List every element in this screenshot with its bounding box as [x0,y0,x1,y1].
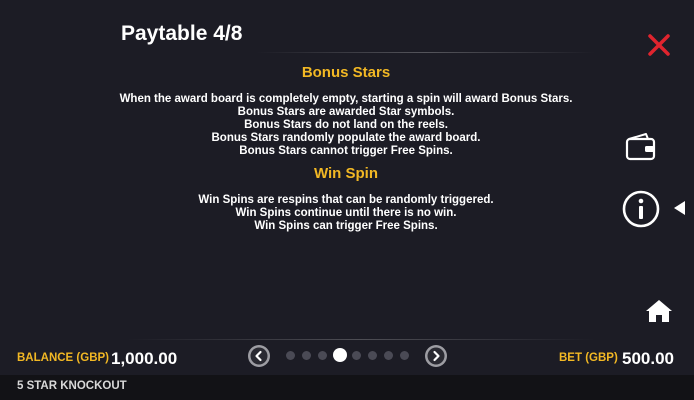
rule-line: When the award board is completely empty… [119,93,573,105]
page-dot-6[interactable] [368,351,377,360]
rule-line: Bonus Stars randomly populate the award … [211,132,481,144]
paytable-content: Bonus Stars When the award board is comp… [110,62,582,233]
wallet-icon [625,133,656,161]
balance-value: 1,000.00 [111,349,178,368]
chevron-right-icon [427,347,445,365]
section-text: When the award board is completely empty… [110,93,582,158]
section-heading: Bonus Stars [301,64,391,81]
page-dot-1[interactable] [286,351,295,360]
rule-line: Bonus Stars do not land on the reels. [244,119,448,131]
balance-label: BALANCE (GBP) [17,352,109,364]
bet-label: BET (GBP) [559,352,618,364]
close-button[interactable] [644,30,674,60]
section-heading: Win Spin [313,165,379,182]
rule-line: Win Spins can trigger Free Spins. [254,220,438,232]
page-title: Paytable 4/8 [121,22,243,45]
paytable-panel: Paytable 4/8 Bonus Stars When the award … [0,0,694,375]
info-icon [622,190,660,228]
rule-line: Win Spins continue until there is no win… [235,207,457,219]
home-button[interactable] [645,298,673,324]
rule-line: Bonus Stars cannot trigger Free Spins. [239,145,453,157]
rule-line: Win Spins are respins that can be random… [198,194,494,206]
triangle-left-icon [674,201,685,215]
home-icon [646,300,672,322]
page-dot-5[interactable] [352,351,361,360]
previous-page-button[interactable] [248,345,270,367]
page-dot-3[interactable] [318,351,327,360]
bet-value: 500.00 [622,349,674,368]
page-dot-2[interactable] [302,351,311,360]
wallet-button[interactable] [624,132,658,162]
title-divider [256,52,596,53]
chevron-left-icon [250,347,268,365]
page-dot-7[interactable] [384,351,393,360]
next-page-button[interactable] [425,345,447,367]
page-dot-8[interactable] [400,351,409,360]
bottom-divider [126,339,596,340]
section-text: Win Spins are respins that can be random… [110,194,582,233]
close-icon [648,34,670,56]
page-dot-4-active[interactable] [333,348,347,362]
info-button[interactable] [621,189,661,229]
rule-line: Bonus Stars are awarded Star symbols. [237,106,455,118]
section-bonus-stars: Bonus Stars When the award board is comp… [110,62,582,158]
footer-bar: 5 STAR KNOCKOUT [0,375,694,400]
game-name: 5 STAR KNOCKOUT [17,380,127,392]
active-indicator-arrow [672,200,686,216]
section-win-spin: Win Spin Win Spins are respins that can … [110,163,582,233]
